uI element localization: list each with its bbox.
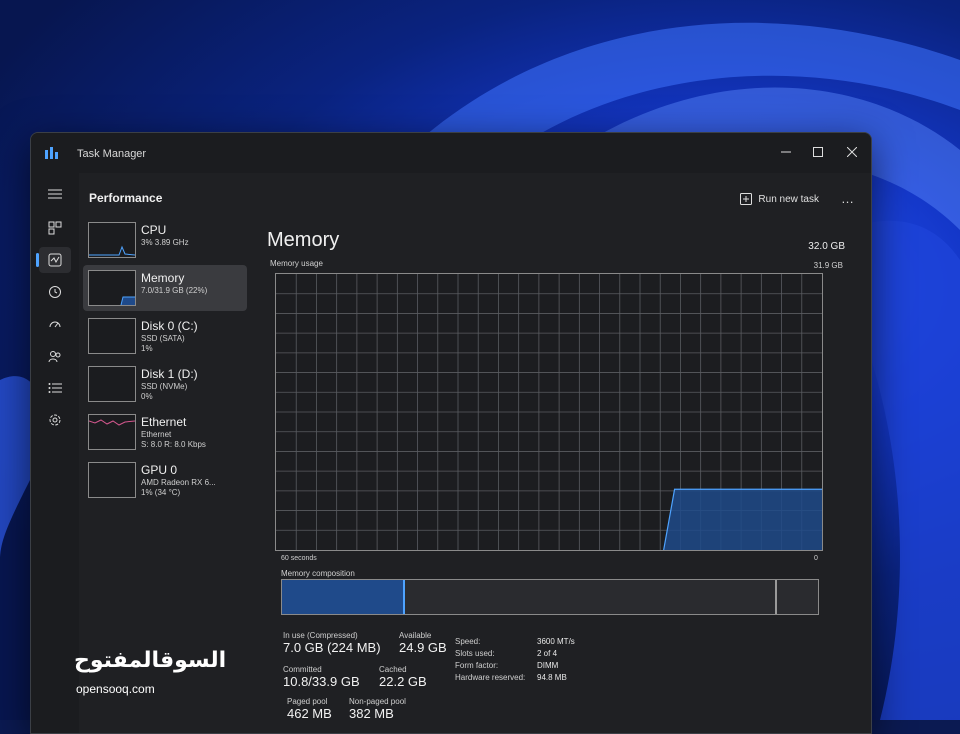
available-value: 24.9 GB bbox=[399, 640, 447, 655]
committed-value: 10.8/33.9 GB bbox=[283, 674, 360, 689]
users-icon bbox=[48, 351, 61, 363]
memory-usage-label: Memory usage bbox=[270, 259, 323, 268]
nonpaged-pool-value: 382 MB bbox=[349, 706, 394, 721]
perf-item-detail: 1% bbox=[141, 344, 153, 353]
window-title: Task Manager bbox=[77, 148, 147, 160]
task-manager-app-icon bbox=[45, 147, 58, 159]
perf-item-cpu[interactable]: CPU 3% 3.89 GHz bbox=[83, 217, 247, 263]
nav-processes[interactable] bbox=[39, 215, 71, 241]
task-manager-window: Task Manager Performance Run new task … … bbox=[30, 132, 872, 734]
perf-item-detail: 0% bbox=[141, 392, 153, 401]
disk1-thumbnail bbox=[88, 366, 136, 402]
composition-modified-divider bbox=[775, 580, 778, 614]
memory-usage-max: 31.9 GB bbox=[813, 261, 843, 270]
nav-sidebar bbox=[31, 173, 79, 733]
cached-value: 22.2 GB bbox=[379, 674, 427, 689]
perf-item-detail: S: 8.0 R: 8.0 Kbps bbox=[141, 440, 206, 449]
more-options-button[interactable]: … bbox=[841, 191, 855, 206]
paged-pool-label: Paged pool bbox=[287, 697, 328, 706]
perf-item-subtitle: SSD (NVMe) bbox=[141, 382, 188, 391]
nav-performance[interactable] bbox=[36, 247, 71, 273]
graph-time-label: 60 seconds bbox=[281, 555, 317, 562]
available-label: Available bbox=[399, 631, 432, 640]
perf-item-title: CPU bbox=[141, 223, 167, 237]
perf-item-disk1[interactable]: Disk 1 (D:) SSD (NVMe) 0% bbox=[83, 361, 247, 407]
run-task-icon bbox=[740, 193, 753, 205]
nav-app-history[interactable] bbox=[39, 279, 71, 305]
perf-item-title: Ethernet bbox=[141, 415, 187, 429]
composition-in-use-segment bbox=[282, 580, 405, 614]
minimize-button[interactable] bbox=[773, 141, 799, 163]
page-header: Performance Run new task … bbox=[79, 173, 871, 213]
page-title: Performance bbox=[89, 191, 163, 205]
nav-startup-apps[interactable] bbox=[39, 311, 71, 337]
perf-item-subtitle: AMD Radeon RX 6... bbox=[141, 478, 216, 487]
watermark-english: opensooq.com bbox=[76, 682, 155, 696]
memory-thumbnail bbox=[88, 270, 136, 306]
ethernet-thumbnail bbox=[88, 414, 136, 450]
perf-item-ethernet[interactable]: Ethernet Ethernet S: 8.0 R: 8.0 Kbps bbox=[83, 409, 247, 455]
close-icon bbox=[847, 147, 857, 157]
memory-usage-graph bbox=[275, 273, 823, 551]
perf-item-title: Memory bbox=[141, 271, 185, 285]
hamburger-menu-icon bbox=[48, 189, 62, 199]
minimize-icon bbox=[781, 151, 791, 153]
performance-icon bbox=[48, 253, 62, 267]
memory-usage-area bbox=[663, 489, 822, 550]
run-new-task-label: Run new task bbox=[758, 193, 819, 205]
spec-hw-reserved: Hardware reserved: bbox=[455, 673, 526, 682]
perf-item-subtitle: Ethernet bbox=[141, 430, 172, 439]
memory-total: 32.0 GB bbox=[808, 241, 845, 252]
perf-item-detail: 1% (34 °C) bbox=[141, 488, 181, 497]
perf-item-subtitle: 7.0/31.9 GB (22%) bbox=[141, 286, 208, 295]
perf-item-disk0[interactable]: Disk 0 (C:) SSD (SATA) 1% bbox=[83, 313, 247, 359]
nav-services[interactable] bbox=[39, 407, 71, 433]
watermark-arabic: السوقالمفتوح bbox=[74, 648, 227, 673]
perf-item-title: Disk 0 (C:) bbox=[141, 319, 198, 333]
paged-pool-value: 462 MB bbox=[287, 706, 332, 721]
perf-item-memory[interactable]: Memory 7.0/31.9 GB (22%) bbox=[83, 265, 247, 311]
in-use-label: In use (Compressed) bbox=[283, 631, 358, 640]
nav-users[interactable] bbox=[39, 343, 71, 369]
gpu-thumbnail bbox=[88, 462, 136, 498]
perf-item-title: Disk 1 (D:) bbox=[141, 367, 198, 381]
perf-item-subtitle: SSD (SATA) bbox=[141, 334, 185, 343]
close-button[interactable] bbox=[839, 141, 865, 163]
nav-details[interactable] bbox=[39, 375, 71, 401]
perf-item-gpu0[interactable]: GPU 0 AMD Radeon RX 6... 1% (34 °C) bbox=[83, 457, 247, 503]
graph-zero-label: 0 bbox=[814, 555, 818, 562]
spec-hw-reserved-value: 94.8 MB bbox=[537, 673, 567, 682]
services-icon bbox=[49, 414, 61, 426]
opensooq-watermark: السوقالمفتوح opensooq.com bbox=[74, 648, 226, 696]
cpu-thumbnail bbox=[88, 222, 136, 258]
committed-label: Committed bbox=[283, 665, 322, 674]
perf-item-title: GPU 0 bbox=[141, 463, 178, 477]
perf-item-subtitle: 3% 3.89 GHz bbox=[141, 238, 189, 247]
maximize-icon bbox=[813, 147, 823, 157]
nonpaged-pool-label: Non-paged pool bbox=[349, 697, 406, 706]
startup-apps-icon bbox=[49, 321, 61, 328]
processes-icon bbox=[48, 221, 62, 235]
disk0-thumbnail bbox=[88, 318, 136, 354]
title-bar: Task Manager bbox=[31, 133, 871, 173]
memory-detail-panel: Memory 32.0 GB Memory usage 31.9 GB 60 s… bbox=[259, 217, 871, 733]
app-history-icon bbox=[49, 286, 61, 298]
cached-label: Cached bbox=[379, 665, 407, 674]
run-new-task-button[interactable]: Run new task bbox=[740, 193, 819, 205]
memory-composition-bar bbox=[281, 579, 819, 615]
hamburger-menu-button[interactable] bbox=[39, 181, 71, 207]
details-icon bbox=[48, 383, 62, 393]
in-use-value: 7.0 GB (224 MB) bbox=[283, 640, 381, 655]
memory-heading: Memory bbox=[267, 229, 340, 251]
memory-composition-label: Memory composition bbox=[281, 569, 355, 578]
maximize-button[interactable] bbox=[805, 141, 831, 163]
